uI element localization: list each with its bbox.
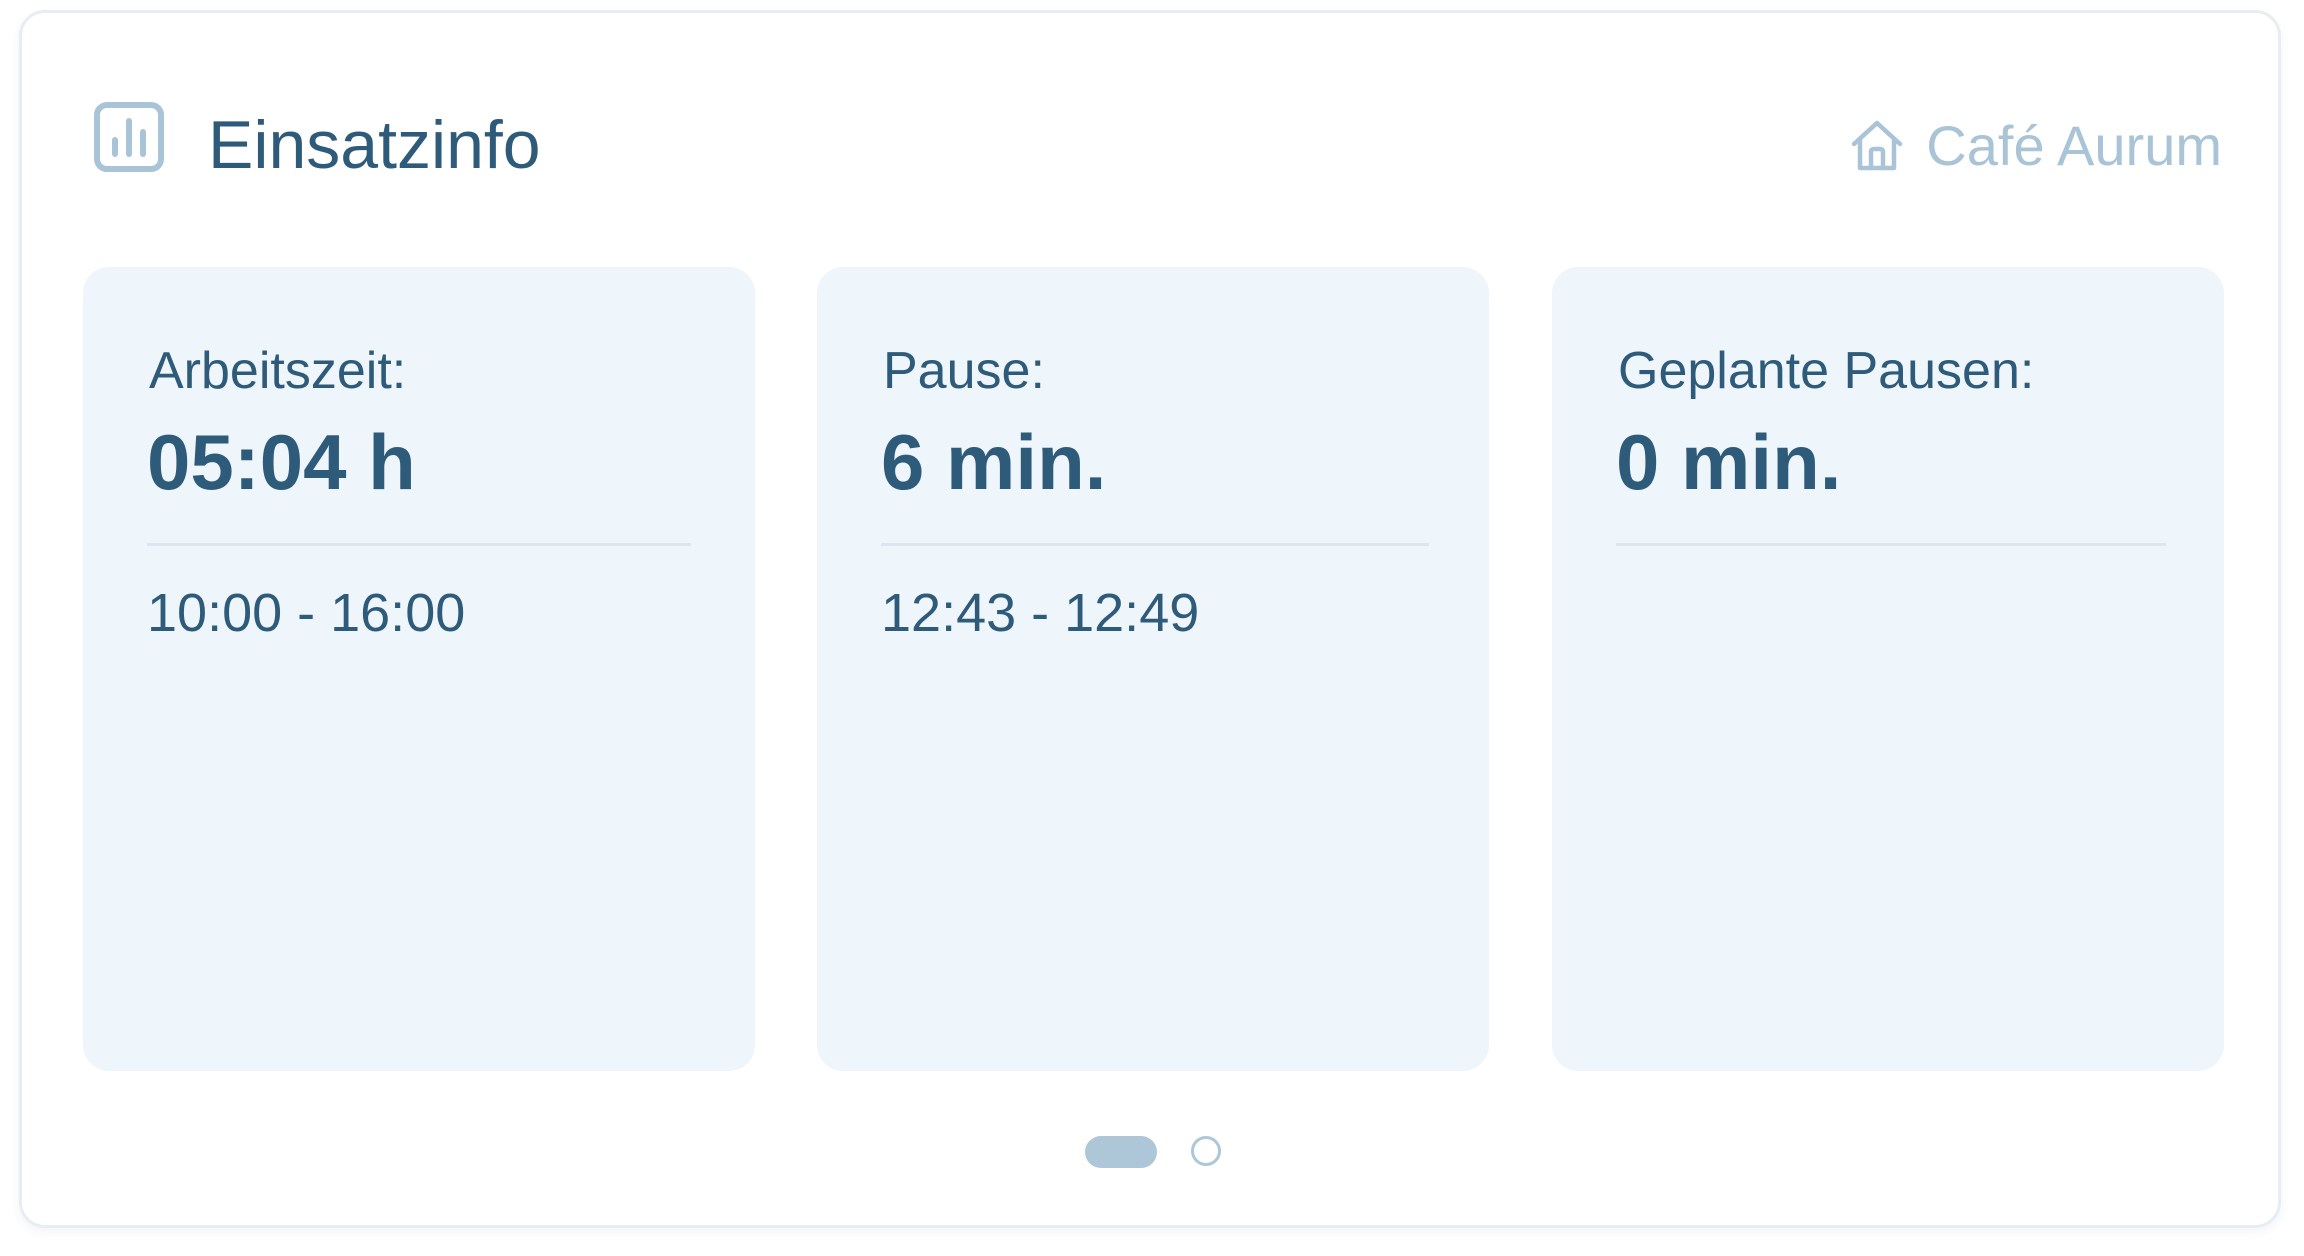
info-tiles: Arbeitszeit: 05:04 h 10:00 - 16:00 Pause…	[83, 267, 2224, 1071]
shift-info-card: Einsatzinfo Café Aurum Arbeitszeit: 05:0…	[19, 10, 2281, 1228]
break-range: 12:43 - 12:49	[881, 583, 1200, 643]
planned-breaks-tile: Geplante Pausen: 0 min.	[1552, 267, 2224, 1071]
working-time-label: Arbeitszeit:	[149, 342, 407, 400]
break-tile: Pause: 6 min. 12:43 - 12:49	[817, 267, 1489, 1071]
card-header: Einsatzinfo Café Aurum	[22, 13, 2278, 263]
bar-chart-icon	[93, 101, 165, 173]
page-indicator	[22, 1131, 2278, 1171]
page-dot-active[interactable]	[1085, 1136, 1157, 1168]
working-time-range: 10:00 - 16:00	[147, 583, 466, 643]
tile-divider	[1616, 543, 2166, 546]
home-icon	[1848, 117, 1906, 175]
planned-breaks-value: 0 min.	[1616, 418, 1842, 506]
card-title: Einsatzinfo	[208, 107, 541, 183]
location-label: Café Aurum	[1926, 114, 2222, 177]
page-dot-inactive[interactable]	[1191, 1136, 1221, 1166]
break-label: Pause:	[883, 342, 1045, 400]
planned-breaks-label: Geplante Pausen:	[1618, 342, 2035, 400]
working-time-value: 05:04 h	[147, 418, 416, 506]
tile-divider	[147, 543, 691, 546]
location-indicator: Café Aurum	[1848, 111, 2222, 181]
tile-divider	[881, 543, 1429, 546]
break-value: 6 min.	[881, 418, 1107, 506]
working-time-tile: Arbeitszeit: 05:04 h 10:00 - 16:00	[83, 267, 755, 1071]
